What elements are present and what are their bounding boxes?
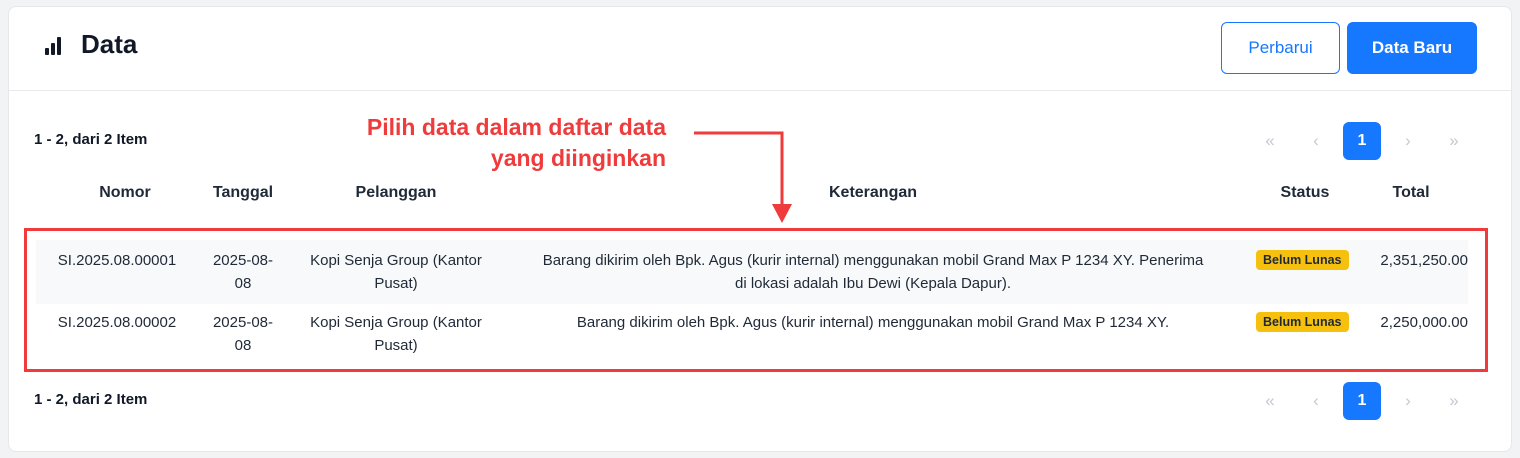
- pagination-bottom: « ‹ 1 › »: [1243, 382, 1473, 420]
- cell-tanggal-line1: 2025-08-: [212, 314, 274, 331]
- cell-keterangan: Barang dikirim oleh Bpk. Agus (kurir int…: [504, 249, 1242, 295]
- item-count-bottom: 1 - 2, dari 2 Item: [34, 391, 148, 408]
- page-1-button[interactable]: 1: [1343, 382, 1381, 420]
- cell-keterangan-line1: Barang dikirim oleh Bpk. Agus (kurir int…: [542, 252, 1204, 269]
- cell-tanggal-line2: 08: [234, 337, 252, 354]
- column-header-nomor[interactable]: Nomor: [60, 184, 190, 202]
- cell-pelanggan-line2: Pusat): [374, 337, 418, 354]
- cell-pelanggan-line2: Pusat): [374, 275, 418, 292]
- status-badge: Belum Lunas: [1256, 312, 1349, 332]
- cell-pelanggan: Kopi Senja Group (Kantor Pusat): [296, 249, 496, 295]
- column-header-pelanggan[interactable]: Pelanggan: [296, 184, 496, 202]
- cell-tanggal-line2: 08: [234, 275, 252, 292]
- cell-pelanggan-line1: Kopi Senja Group (Kantor: [310, 314, 482, 331]
- column-header-keterangan[interactable]: Keterangan: [504, 184, 1242, 202]
- cell-tanggal: 2025-08- 08: [198, 311, 288, 357]
- cell-keterangan: Barang dikirim oleh Bpk. Agus (kurir int…: [576, 314, 1170, 331]
- first-page-button[interactable]: «: [1251, 382, 1289, 420]
- cell-nomor: SI.2025.08.00001: [57, 252, 177, 269]
- column-header-tanggal[interactable]: Tanggal: [198, 184, 288, 202]
- cell-total: 2,250,000.00: [1380, 314, 1468, 331]
- cell-total: 2,351,250.00: [1380, 252, 1468, 269]
- cell-tanggal-line1: 2025-08-: [212, 252, 274, 269]
- next-page-button[interactable]: ›: [1389, 382, 1427, 420]
- column-header-status[interactable]: Status: [1250, 184, 1360, 202]
- cell-pelanggan: Kopi Senja Group (Kantor Pusat): [296, 311, 496, 357]
- cell-pelanggan-line1: Kopi Senja Group (Kantor: [310, 252, 482, 269]
- prev-page-button[interactable]: ‹: [1297, 382, 1335, 420]
- status-badge: Belum Lunas: [1256, 250, 1349, 270]
- cell-nomor: SI.2025.08.00002: [57, 314, 177, 331]
- last-page-button[interactable]: »: [1435, 382, 1473, 420]
- cell-keterangan-line2: di lokasi adalah Ibu Dewi (Kepala Dapur)…: [735, 275, 1011, 292]
- column-header-total[interactable]: Total: [1360, 184, 1462, 202]
- cell-tanggal: 2025-08- 08: [198, 249, 288, 295]
